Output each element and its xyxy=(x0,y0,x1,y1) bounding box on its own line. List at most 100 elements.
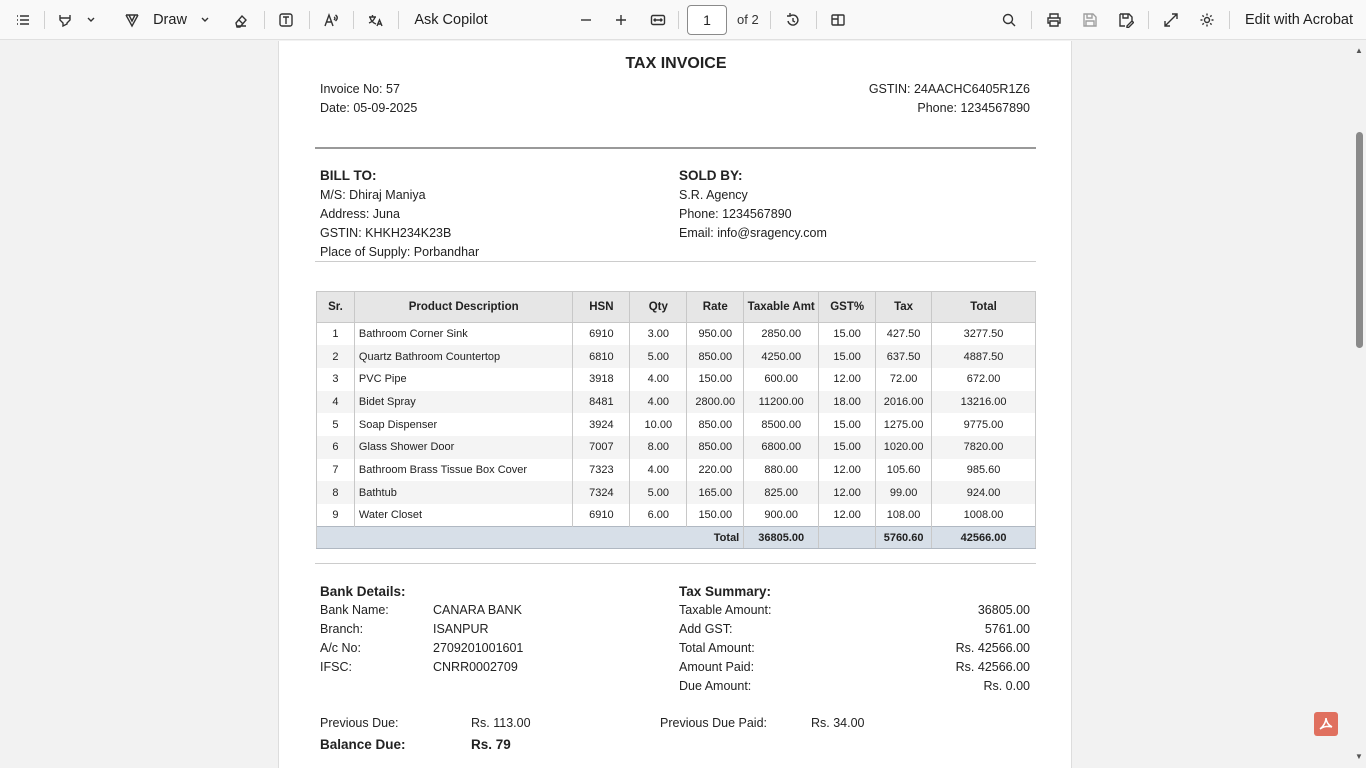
table-cell: 7323 xyxy=(572,458,631,482)
table-cell: 1008.00 xyxy=(931,504,1036,527)
acrobat-logo-icon[interactable] xyxy=(1314,712,1338,736)
table-cell: 8 xyxy=(316,481,355,504)
toolbar-separator xyxy=(264,11,265,29)
table-cell: 637.50 xyxy=(875,345,933,368)
read-aloud-icon[interactable] xyxy=(320,6,342,34)
table-cell: 9 xyxy=(316,504,355,527)
table-cell: 11200.00 xyxy=(743,390,820,414)
seller-phone: Phone: 1234567890 xyxy=(917,101,1030,115)
settings-gear-icon[interactable] xyxy=(1196,6,1218,34)
table-cell: 108.00 xyxy=(875,504,933,527)
toolbar-separator xyxy=(1229,11,1230,29)
translate-icon[interactable] xyxy=(364,6,386,34)
toolbar-separator xyxy=(1031,11,1032,29)
vertical-scrollbar[interactable]: ▲ ▼ xyxy=(1352,40,1366,768)
scroll-down-arrow-icon[interactable]: ▼ xyxy=(1354,752,1364,762)
table-cell: 9775.00 xyxy=(931,413,1036,436)
column-header: Taxable Amt xyxy=(743,291,820,323)
chevron-down-icon[interactable] xyxy=(198,6,212,34)
text-box-icon[interactable] xyxy=(275,6,297,34)
table-cell: Glass Shower Door xyxy=(353,435,574,459)
grand-total: 42566.00 xyxy=(931,526,1036,550)
table-cell: Quartz Bathroom Countertop xyxy=(353,345,574,368)
table-cell: 15.00 xyxy=(818,435,877,459)
sold-by-phone: Phone: 1234567890 xyxy=(679,207,792,221)
column-header: Product Description xyxy=(353,291,574,323)
table-cell: 6910 xyxy=(572,322,631,346)
table-header-row: Sr. Product Description HSN Qty Rate Tax… xyxy=(316,291,1036,323)
table-cell: 6810 xyxy=(572,345,631,368)
ask-copilot-button[interactable]: Ask Copilot xyxy=(410,6,492,34)
table-cell: 7820.00 xyxy=(931,435,1036,459)
tax-summary-value: Rs. 42566.00 xyxy=(955,660,1030,674)
chevron-down-icon[interactable] xyxy=(84,6,98,34)
column-header: Sr. xyxy=(316,291,355,323)
full-screen-icon[interactable] xyxy=(1160,6,1182,34)
bank-detail-value: ISANPUR xyxy=(433,622,489,636)
toolbar-separator xyxy=(353,11,354,29)
invoice-date: Date: 05-09-2025 xyxy=(320,101,418,115)
table-cell: 600.00 xyxy=(743,367,820,391)
table-cell: 3 xyxy=(316,367,355,391)
scroll-up-arrow-icon[interactable]: ▲ xyxy=(1354,46,1364,56)
table-cell: 1275.00 xyxy=(875,413,933,436)
toolbar-separator xyxy=(1148,11,1149,29)
tax-summary-value: Rs. 42566.00 xyxy=(955,641,1030,655)
draw-button[interactable]: Draw xyxy=(150,6,190,34)
table-cell: 150.00 xyxy=(686,504,745,527)
table-cell: 220.00 xyxy=(686,458,745,482)
table-row: 1 Bathroom Corner Sink 6910 3.00 950.00 2850.… xyxy=(316,322,1036,346)
page-view-icon[interactable] xyxy=(827,6,849,34)
draw-icon[interactable] xyxy=(122,6,142,34)
tax-summary-label: Due Amount: xyxy=(679,679,752,693)
zoom-in-icon[interactable] xyxy=(611,6,631,34)
tax-summary-value: Rs. 0.00 xyxy=(983,679,1030,693)
table-cell: 8500.00 xyxy=(743,413,820,436)
bill-to-heading: BILL TO: xyxy=(320,168,377,183)
toolbar-separator xyxy=(816,11,817,29)
search-icon[interactable] xyxy=(998,6,1020,34)
save-as-icon[interactable] xyxy=(1115,6,1137,34)
table-cell: 950.00 xyxy=(686,322,745,346)
edit-with-acrobat-button[interactable]: Edit with Acrobat xyxy=(1242,6,1356,34)
previous-due-value: Rs. 113.00 xyxy=(471,716,531,730)
total-row: Total 36805.00 5760.60 42566.00 xyxy=(315,526,1036,550)
sold-by-heading: SOLD BY: xyxy=(679,168,743,183)
table-cell: 850.00 xyxy=(686,345,745,368)
bank-detail-value: 2709201001601 xyxy=(433,641,524,655)
tax-summary-value: 36805.00 xyxy=(977,603,1030,617)
table-cell: 105.60 xyxy=(875,458,933,482)
table-cell: Bidet Spray xyxy=(353,390,574,414)
table-cell: 3.00 xyxy=(629,322,688,346)
table-cell: 5 xyxy=(316,413,355,436)
table-cell: 850.00 xyxy=(686,435,745,459)
tax-summary-label: Amount Paid: xyxy=(679,660,755,674)
contents-icon[interactable] xyxy=(12,6,34,34)
table-cell: 12.00 xyxy=(818,481,877,504)
table-cell: 5.00 xyxy=(629,481,688,504)
sold-by-email: Email: info@sragency.com xyxy=(679,226,827,240)
scroll-thumb[interactable] xyxy=(1356,132,1363,348)
tax-summary-label: Add GST: xyxy=(679,622,733,636)
highlight-icon[interactable] xyxy=(54,6,76,34)
sold-by-name: S.R. Agency xyxy=(679,188,748,202)
party-divider xyxy=(315,261,1036,262)
column-header: Qty xyxy=(629,291,688,323)
bank-detail-label: IFSC: xyxy=(320,660,352,674)
table-cell: 850.00 xyxy=(686,413,745,436)
print-icon[interactable] xyxy=(1043,6,1065,34)
table-row: 4 Bidet Spray 8481 4.00 2800.00 11200.00 18.00… xyxy=(316,390,1036,414)
table-cell: 2850.00 xyxy=(743,322,820,346)
pdf-toolbar: Draw Ask Copilot 1 of 2 Edit with Acroba… xyxy=(0,0,1366,40)
rotate-icon[interactable] xyxy=(782,6,804,34)
zoom-out-icon[interactable] xyxy=(576,6,596,34)
page-number-input[interactable]: 1 xyxy=(687,5,727,35)
total-label: Total xyxy=(315,526,745,550)
save-icon[interactable] xyxy=(1079,6,1101,34)
table-cell: PVC Pipe xyxy=(353,367,574,391)
table-cell: 4 xyxy=(316,390,355,414)
eraser-icon[interactable] xyxy=(230,6,252,34)
table-cell: 1020.00 xyxy=(875,435,933,459)
table-cell: 15.00 xyxy=(818,345,877,368)
fit-page-icon[interactable] xyxy=(647,6,669,34)
